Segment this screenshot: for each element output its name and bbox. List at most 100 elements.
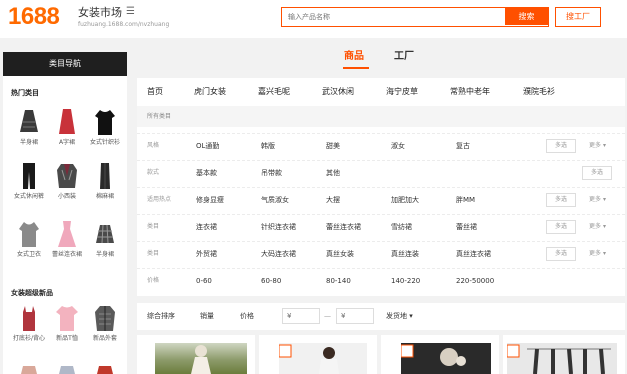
sidebar-item-plaid-skirt[interactable]: 半身裙 [87, 220, 123, 258]
filter-label: 适用热点 [147, 196, 172, 203]
sidebar-item-more-1[interactable] [11, 364, 47, 374]
site-title: 女装市场 [78, 6, 122, 19]
filter-option[interactable]: 60-80 [261, 277, 281, 285]
filter-option[interactable]: 大摆 [326, 196, 340, 204]
catnav-changshu[interactable]: 常熟中老年 [450, 87, 490, 97]
filter-option[interactable]: 真丝连衣裙 [456, 250, 491, 258]
catnav-home[interactable]: 首页 [147, 87, 163, 97]
product-image [155, 343, 247, 374]
sort-default[interactable]: 综合排序 [147, 312, 175, 321]
filter-option[interactable]: 真丝连装 [391, 250, 419, 258]
filter-option[interactable]: 80-140 [326, 277, 351, 285]
catnav-humen[interactable]: 虎门女装 [194, 87, 226, 97]
catnav-wuhan[interactable]: 武汉休闲 [322, 87, 354, 97]
filter-option[interactable]: 修身显瘦 [196, 196, 224, 204]
more-button[interactable]: 更多 ▾ [589, 223, 606, 231]
filter-option[interactable]: 韩版 [261, 142, 275, 150]
multi-select-button[interactable]: 多选 [582, 166, 612, 180]
sidebar-item-tshirt[interactable]: 新品T恤 [49, 304, 85, 342]
sidebar-item-label: 蕾丝连衣裙 [51, 251, 82, 258]
filter-label: 类目 [147, 223, 160, 230]
menu-icon[interactable]: ☰ [126, 6, 135, 18]
sidebar-item-jacket[interactable]: 新品外套 [87, 304, 123, 342]
sidebar-item-blazer[interactable]: 小西装 [49, 162, 85, 200]
filter-option[interactable]: OL通勤 [196, 142, 219, 150]
sidebar-item-label: A字裙 [58, 139, 76, 146]
multi-select-button[interactable]: 多选 [546, 193, 576, 207]
filter-option[interactable]: 胖MM [456, 196, 475, 204]
filter-option[interactable]: 甜美 [326, 142, 340, 150]
filter-option[interactable]: 蕾丝连衣裙 [326, 223, 361, 231]
filter-option[interactable]: 淑女 [391, 142, 405, 150]
filter-option[interactable]: 加肥加大 [391, 196, 419, 204]
filter-option[interactable]: 其他 [326, 169, 340, 177]
product-image [506, 343, 617, 374]
multi-select-button[interactable]: 多选 [546, 220, 576, 234]
sort-bar: 综合排序 销量 价格 ¥ — ¥ 发货地 ▾ [137, 303, 625, 330]
product-card[interactable] [503, 335, 625, 374]
ship-from-dropdown[interactable]: 发货地 ▾ [386, 312, 413, 321]
more-label: 更多 [589, 223, 602, 230]
sidebar-item-label: 新品外套 [92, 335, 117, 342]
linen-skirt-thumbnail [93, 162, 117, 190]
jacket-thumbnail [93, 304, 117, 332]
product-card[interactable] [381, 335, 499, 374]
product-card[interactable] [259, 335, 377, 374]
filter-option[interactable]: 220-50000 [456, 277, 494, 285]
sidebar-title: 类目导航 [3, 52, 127, 76]
tab-products[interactable]: 商品 [344, 50, 364, 64]
search-button[interactable]: 搜索 [505, 8, 548, 25]
more-button[interactable]: 更多 ▾ [589, 142, 606, 150]
ship-from-label: 发货地 [386, 312, 407, 320]
factory-search-button[interactable]: 搜工厂 [555, 7, 601, 27]
filter-option[interactable]: 吊带款 [261, 169, 282, 177]
multi-select-button[interactable]: 多选 [546, 139, 576, 153]
filter-option[interactable]: 气质淑女 [261, 196, 289, 204]
lace-dress-thumbnail [55, 220, 79, 248]
catnav-jiaxing[interactable]: 嘉兴毛呢 [258, 87, 290, 97]
sidebar-item-hoodie[interactable]: 女式卫衣 [11, 220, 47, 258]
section-title-new: 女装超级新品 [11, 289, 53, 297]
sidebar-item-label: 新品T恤 [56, 335, 78, 342]
filter-option[interactable]: 140-220 [391, 277, 420, 285]
product-card[interactable] [137, 335, 255, 374]
sidebar-item-label: 女式针织衫 [89, 139, 120, 146]
sidebar-item-more-2[interactable] [49, 364, 85, 374]
section-title-hot: 热门类目 [11, 89, 39, 97]
sidebar-item-more-3[interactable] [87, 364, 123, 374]
sidebar-item-knitwear[interactable]: 女式针织衫 [87, 108, 123, 146]
filter-option[interactable]: 连衣裙 [196, 223, 217, 231]
price-max-input[interactable]: ¥ [336, 308, 374, 324]
filter-option[interactable]: 大码连衣裙 [261, 250, 296, 258]
product-grid [137, 335, 625, 374]
sidebar-item-lace-dress[interactable]: 蕾丝连衣裙 [49, 220, 85, 258]
more-button[interactable]: 更多 ▾ [589, 196, 606, 204]
all-categories-label[interactable]: 所有类目 [147, 113, 171, 121]
filter-option[interactable]: 雪纺裙 [391, 223, 412, 231]
sidebar-item-camisole[interactable]: 打底衫/背心 [11, 304, 47, 342]
filter-row-type: 款式 基本款 吊带款 其他 多选 [137, 160, 625, 184]
sidebar-item-casual-pants[interactable]: 女式休闲裤 [11, 162, 47, 200]
sidebar-item-linen-skirt[interactable]: 棉麻裙 [87, 162, 123, 200]
sort-price[interactable]: 价格 [240, 312, 254, 321]
catnav-haining[interactable]: 海宁皮草 [386, 87, 418, 97]
filter-option[interactable]: 针织连衣裙 [261, 223, 296, 231]
sidebar-item-a-line-skirt[interactable]: A字裙 [49, 108, 85, 146]
filter-option[interactable]: 真丝女装 [326, 250, 354, 258]
multi-select-button[interactable]: 多选 [546, 247, 576, 261]
more-button[interactable]: 更多 ▾ [589, 250, 606, 258]
filter-option[interactable]: 蕾丝裙 [456, 223, 477, 231]
filter-option[interactable]: 外贸裙 [196, 250, 217, 258]
filter-row-price: 价格 0-60 60-80 80-140 140-220 220-50000 [137, 268, 625, 292]
price-min-input[interactable]: ¥ [282, 308, 320, 324]
tab-factory[interactable]: 工厂 [394, 50, 414, 64]
filter-option[interactable]: 复古 [456, 142, 470, 150]
search-input[interactable] [282, 8, 504, 25]
catnav-puyuan[interactable]: 濮院毛衫 [523, 87, 555, 97]
sidebar-item-skirt[interactable]: 半身裙 [11, 108, 47, 146]
site-logo[interactable]: 1688 [8, 3, 60, 31]
chevron-down-icon: ▾ [409, 312, 413, 320]
filter-option[interactable]: 基本款 [196, 169, 217, 177]
filter-option[interactable]: 0-60 [196, 277, 212, 285]
sort-sales[interactable]: 销量 [200, 312, 214, 321]
